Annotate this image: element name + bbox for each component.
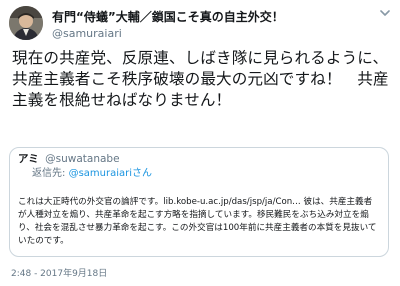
tweet-text: 現在の共産党、反原連、しばき隊に見られるように、共産主義者こそ秩序破壊の最大の元… bbox=[12, 49, 389, 109]
tweet-card: 有門“侍蟻”大輔／鎖国こそ真の自主外交！ @samuraiari 現在の共産党、… bbox=[0, 0, 400, 286]
author-display-name[interactable]: 有門“侍蟻”大輔／鎖国こそ真の自主外交！ bbox=[52, 10, 284, 25]
quoted-tweet[interactable]: アミ @suwatanabe 返信先: @samuraiariさん これは大正時… bbox=[9, 147, 389, 257]
reply-prefix: 返信先: bbox=[32, 168, 66, 179]
tweet-timestamp[interactable]: 2:48 - 2017年9月18日 bbox=[11, 268, 107, 280]
avatar-photo bbox=[9, 6, 43, 40]
quoted-handle: @suwatanabe bbox=[45, 153, 120, 165]
author-avatar[interactable] bbox=[9, 6, 43, 40]
reply-handle-link[interactable]: @samuraiariさん bbox=[69, 168, 152, 179]
chevron-down-icon[interactable] bbox=[379, 8, 391, 18]
quoted-display-name: アミ bbox=[18, 153, 39, 165]
quoted-author: アミ @suwatanabe bbox=[18, 152, 120, 166]
author-handle[interactable]: @samuraiari bbox=[52, 27, 392, 41]
tweet-header: 有門“侍蟻”大輔／鎖国こそ真の自主外交！ @samuraiari bbox=[52, 6, 392, 41]
quoted-text: これは大正時代の外交官の論評です。lib.kobe-u.ac.jp/das/js… bbox=[18, 197, 377, 246]
quoted-reply-context: 返信先: @samuraiariさん bbox=[32, 167, 152, 180]
